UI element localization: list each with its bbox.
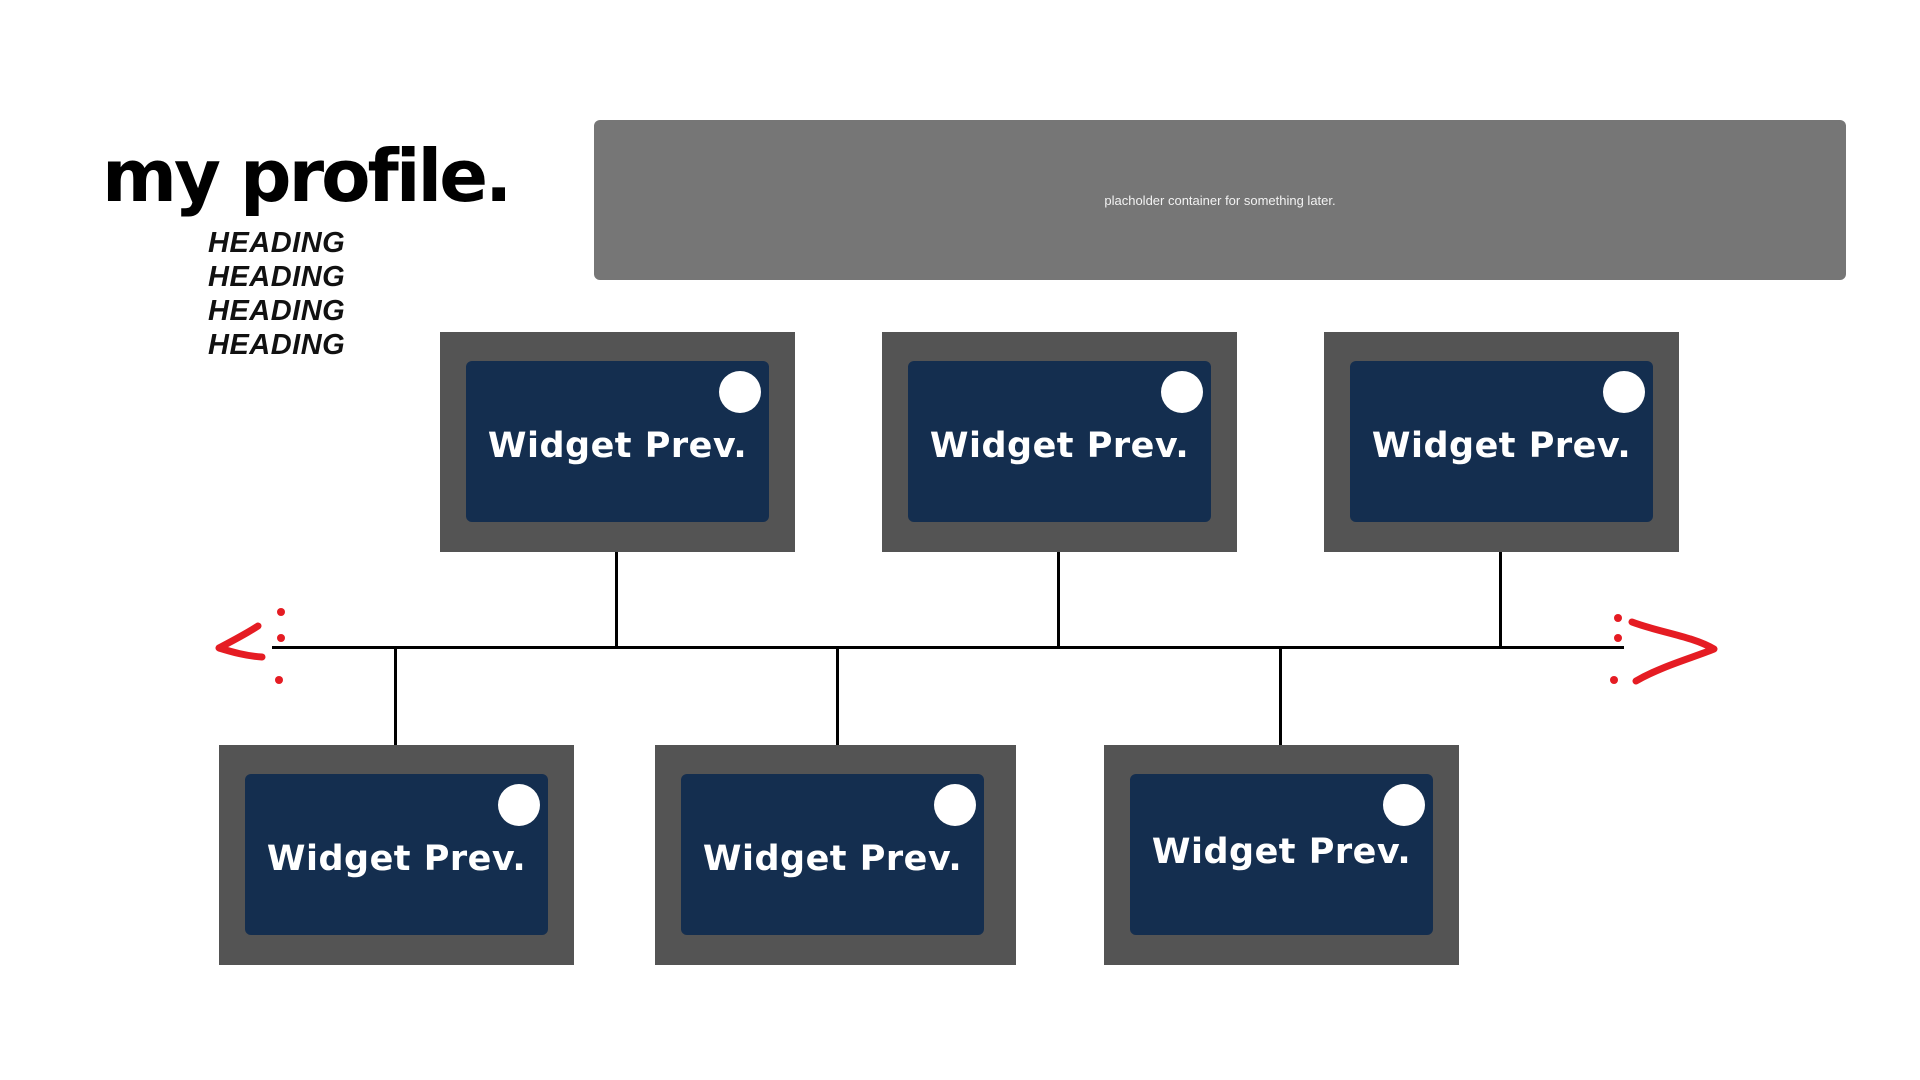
widget-preview[interactable]: Widget Prev. xyxy=(1130,774,1433,935)
timeline-connector xyxy=(1279,646,1282,745)
heading-list: HEADING HEADING HEADING HEADING xyxy=(208,226,345,362)
widget-label: Widget Prev. xyxy=(1151,831,1412,872)
widget-card[interactable]: Widget Prev. xyxy=(1324,332,1679,552)
widget-status-dot[interactable] xyxy=(1383,784,1425,826)
widget-card[interactable]: Widget Prev. xyxy=(219,745,574,965)
widget-status-dot[interactable] xyxy=(1161,371,1203,413)
widget-status-dot[interactable] xyxy=(934,784,976,826)
timeline-connector xyxy=(615,552,618,648)
chevron-left-icon[interactable] xyxy=(210,600,290,690)
timeline-connector xyxy=(1499,552,1502,648)
widget-preview[interactable]: Widget Prev. xyxy=(908,361,1211,522)
timeline-connector xyxy=(836,646,839,745)
widget-card[interactable]: Widget Prev. xyxy=(882,332,1237,552)
widget-label: Widget Prev. xyxy=(266,838,527,879)
widget-card[interactable]: Widget Prev. xyxy=(1104,745,1459,965)
widget-status-dot[interactable] xyxy=(719,371,761,413)
widget-card[interactable]: Widget Prev. xyxy=(440,332,795,552)
page-title: my profile. xyxy=(102,134,512,218)
placeholder-text: placholder container for something later… xyxy=(1104,192,1336,208)
widget-label: Widget Prev. xyxy=(929,425,1190,466)
widget-preview[interactable]: Widget Prev. xyxy=(466,361,769,522)
profile-page: my profile. HEADING HEADING HEADING HEAD… xyxy=(0,0,1920,1080)
widget-preview[interactable]: Widget Prev. xyxy=(681,774,984,935)
heading-item: HEADING xyxy=(208,329,346,361)
placeholder-container: placholder container for something later… xyxy=(594,120,1846,280)
widget-preview[interactable]: Widget Prev. xyxy=(1350,361,1653,522)
widget-card[interactable]: Widget Prev. xyxy=(655,745,1016,965)
widget-preview[interactable]: Widget Prev. xyxy=(245,774,548,935)
heading-item: HEADING xyxy=(208,227,346,259)
widget-label: Widget Prev. xyxy=(702,838,963,879)
widget-label: Widget Prev. xyxy=(1371,425,1632,466)
heading-item: HEADING xyxy=(208,261,346,293)
widget-label: Widget Prev. xyxy=(487,425,748,466)
widget-status-dot[interactable] xyxy=(1603,371,1645,413)
timeline-connector xyxy=(1057,552,1060,648)
chevron-right-icon[interactable] xyxy=(1602,604,1722,694)
widget-status-dot[interactable] xyxy=(498,784,540,826)
heading-item: HEADING xyxy=(208,295,346,327)
timeline-line xyxy=(272,646,1624,649)
timeline-connector xyxy=(394,646,397,745)
